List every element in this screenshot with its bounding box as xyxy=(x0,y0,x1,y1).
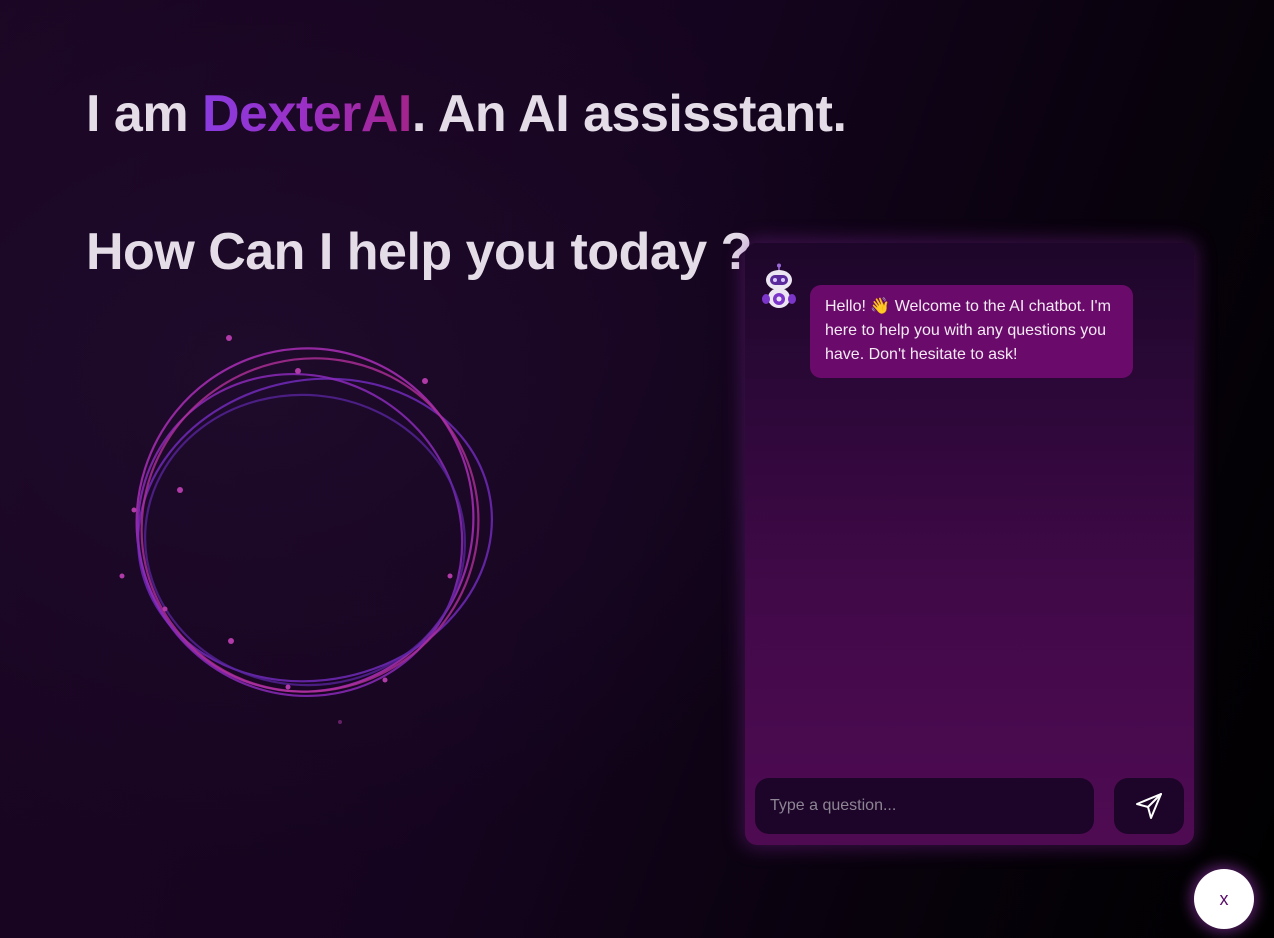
orb-particle xyxy=(338,720,342,724)
orb-particle xyxy=(226,335,232,341)
chat-panel: Hello! 👋 Welcome to the AI chatbot. I'm … xyxy=(745,243,1194,845)
bot-message: Hello! 👋 Welcome to the AI chatbot. I'm … xyxy=(810,285,1133,378)
orb-particle xyxy=(422,378,428,384)
hero-headline: I am DexterAI. An AI assisstant. xyxy=(86,84,847,144)
orb-particle xyxy=(131,507,137,513)
orb-particle xyxy=(228,638,234,644)
orb-particle xyxy=(382,677,388,683)
orb-ring xyxy=(135,347,475,693)
orb-particle xyxy=(285,684,291,690)
brand-name: DexterAI xyxy=(202,85,412,143)
orb-particle xyxy=(162,606,168,612)
paper-plane-icon xyxy=(1136,793,1162,819)
orb-ring xyxy=(144,393,466,687)
send-button[interactable] xyxy=(1114,778,1184,834)
orb-particle xyxy=(295,368,301,374)
orb-ring xyxy=(136,372,464,698)
orb-ring xyxy=(140,357,480,693)
orb-particle xyxy=(447,573,453,579)
orb-particle xyxy=(119,573,125,579)
question-input[interactable] xyxy=(755,778,1094,834)
headline-suffix: . An AI assisstant. xyxy=(411,85,847,143)
headline-prefix: I am xyxy=(86,85,202,143)
orb-ring xyxy=(137,377,493,683)
robot-icon xyxy=(762,263,796,308)
animated-orb xyxy=(119,335,493,724)
orb-particle xyxy=(177,487,183,493)
close-chat-button[interactable]: x xyxy=(1194,869,1254,929)
hero-subtitle: How Can I help you today ? xyxy=(86,223,752,281)
chat-input-row xyxy=(755,778,1184,834)
